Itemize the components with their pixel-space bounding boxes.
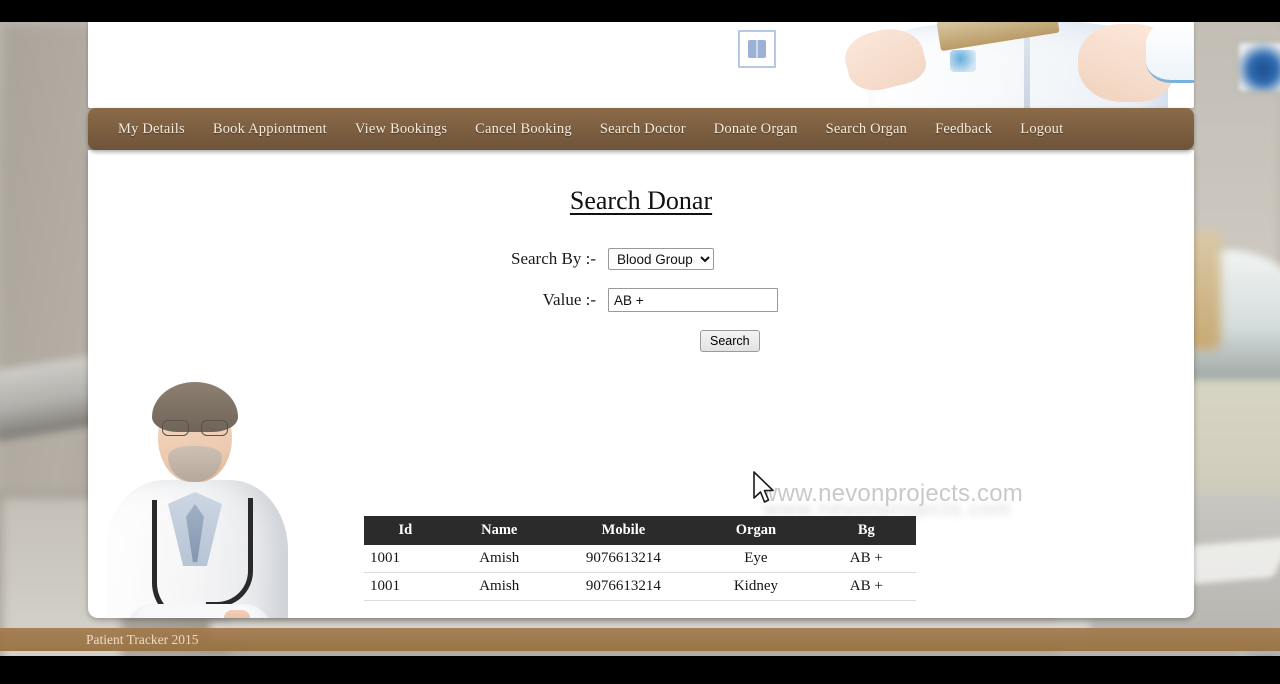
- page-title: Search Donar: [569, 186, 713, 215]
- cell-name: Amish: [446, 572, 552, 601]
- cell-mobile: 9076613214: [551, 572, 696, 601]
- nav-item-search-organ[interactable]: Search Organ: [812, 121, 921, 138]
- nav-item-donate-organ[interactable]: Donate Organ: [700, 121, 812, 138]
- results-table-container: Id Name Mobile Organ Bg 1001 Amish 90766…: [364, 516, 916, 601]
- cell-id: 1001: [364, 545, 447, 573]
- site-wrapper: My Details Book Appiontment View Booking…: [88, 22, 1194, 618]
- footer-text: Patient Tracker 2015: [86, 631, 199, 647]
- cell-id: 1001: [364, 572, 447, 601]
- doctor-photo: [102, 372, 292, 618]
- nav-item-my-details[interactable]: My Details: [104, 121, 199, 138]
- main-content-card: Search Donar Search By :- Blood Group Va…: [88, 150, 1194, 618]
- results-table-body: 1001 Amish 9076613214 Eye AB + 1001 Amis…: [364, 545, 916, 601]
- cell-organ: Eye: [695, 545, 817, 573]
- column-header-name: Name: [446, 516, 552, 545]
- search-by-label: Search By :-: [511, 249, 596, 268]
- table-header-row: Id Name Mobile Organ Bg: [364, 516, 916, 545]
- nav-item-view-bookings[interactable]: View Bookings: [341, 121, 461, 138]
- letterbox-bottom: [0, 656, 1280, 684]
- column-header-organ: Organ: [695, 516, 817, 545]
- nurse-badge: [950, 50, 976, 72]
- glasses-icon: [162, 420, 228, 436]
- cell-mobile: 9076613214: [551, 545, 696, 573]
- nav-item-search-doctor[interactable]: Search Doctor: [586, 121, 700, 138]
- nav-item-cancel-booking[interactable]: Cancel Booking: [461, 121, 586, 138]
- doctor-crossed-arms: [126, 604, 272, 618]
- results-table-head: Id Name Mobile Organ Bg: [364, 516, 916, 545]
- stethoscope-left-tube: [152, 500, 193, 618]
- column-header-id: Id: [364, 516, 447, 545]
- watermark-text: www.nevonprojects.com: [760, 480, 1023, 507]
- nav-item-feedback[interactable]: Feedback: [921, 121, 1006, 138]
- stethoscope-right-tube: [206, 498, 253, 607]
- nurse-photo: [828, 22, 1194, 108]
- search-form: Search By :- Blood Group Value :- Search: [88, 216, 1194, 352]
- column-header-bg: Bg: [816, 516, 916, 545]
- search-by-select[interactable]: Blood Group: [608, 248, 714, 270]
- site-logo-icon: [738, 30, 776, 68]
- cell-bg: AB +: [816, 572, 916, 601]
- background-artwork-top: [1236, 40, 1280, 94]
- nav-item-logout[interactable]: Logout: [1006, 121, 1077, 138]
- table-row: 1001 Amish 9076613214 Kidney AB +: [364, 572, 916, 601]
- main-navigation: My Details Book Appiontment View Booking…: [88, 108, 1194, 150]
- search-button[interactable]: Search: [700, 330, 760, 352]
- nav-item-book-appointment[interactable]: Book Appiontment: [199, 121, 341, 138]
- cell-name: Amish: [446, 545, 552, 573]
- value-row: Value :-: [88, 288, 1194, 312]
- letterbox-top: [0, 0, 1280, 22]
- value-input[interactable]: [608, 288, 778, 312]
- value-label: Value :-: [542, 290, 596, 309]
- site-footer: Patient Tracker 2015: [0, 628, 1280, 651]
- doctor-hand: [224, 610, 250, 618]
- column-header-mobile: Mobile: [551, 516, 696, 545]
- table-row: 1001 Amish 9076613214 Eye AB +: [364, 545, 916, 573]
- results-table: Id Name Mobile Organ Bg 1001 Amish 90766…: [364, 516, 916, 601]
- cell-organ: Kidney: [695, 572, 817, 601]
- nurse-sleeve-cuff: [1146, 22, 1194, 83]
- search-by-row: Search By :- Blood Group: [88, 248, 1194, 270]
- browser-screen: My Details Book Appiontment View Booking…: [0, 0, 1280, 684]
- header-banner: [88, 22, 1194, 108]
- search-button-row: Search: [88, 330, 1194, 352]
- cell-bg: AB +: [816, 545, 916, 573]
